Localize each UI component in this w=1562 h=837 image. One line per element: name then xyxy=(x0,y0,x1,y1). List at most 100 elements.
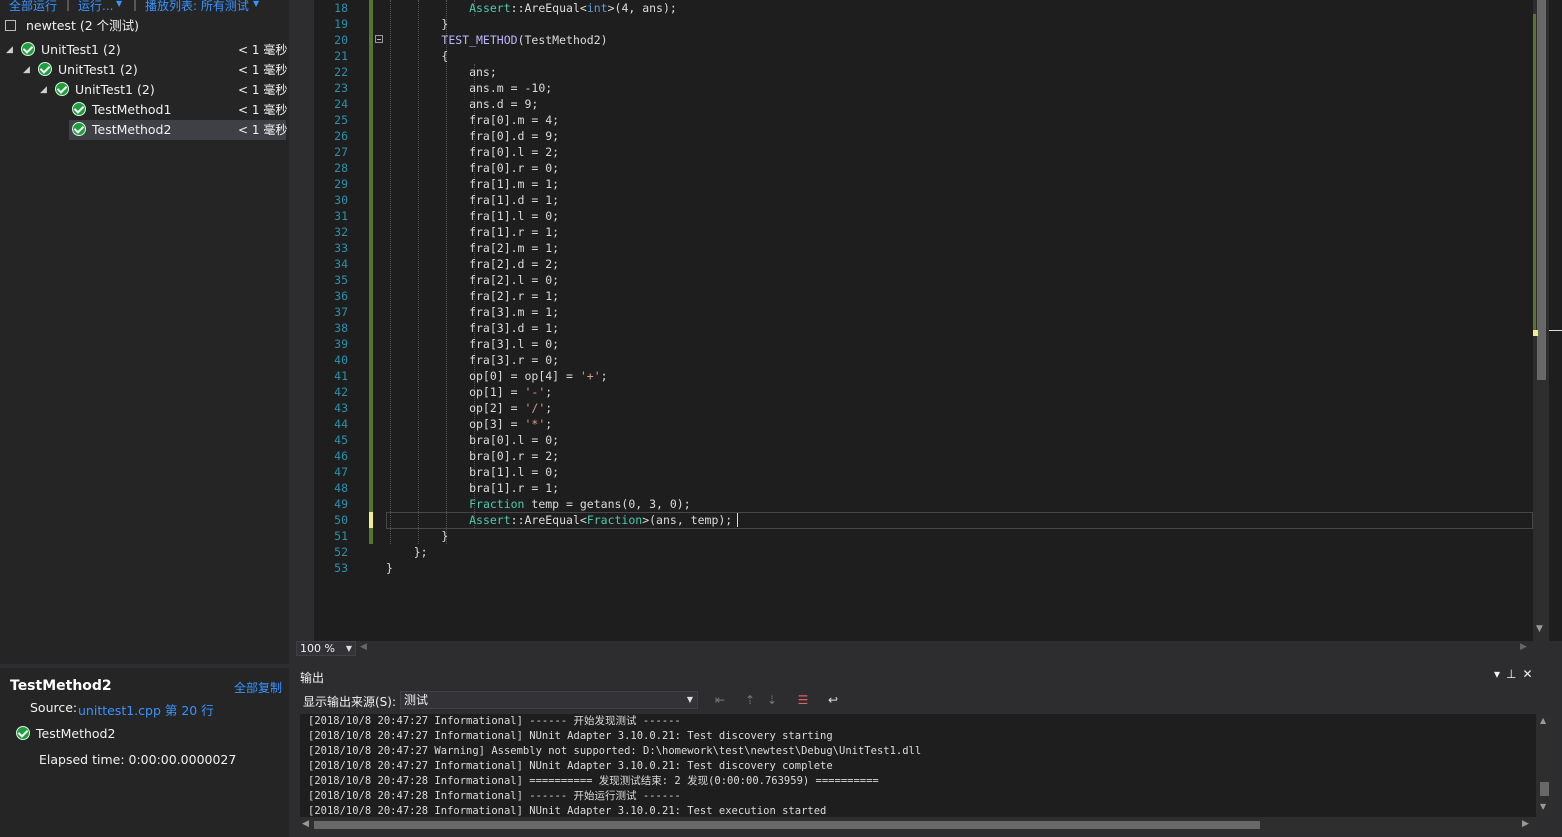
code-line[interactable]: 38 fra[3].d = 1; xyxy=(296,320,1531,336)
code-line[interactable]: 35 fra[2].l = 0; xyxy=(296,272,1531,288)
pin-icon[interactable]: ⊥ xyxy=(1506,667,1522,681)
tree-node-label: UnitTest1 (2) xyxy=(41,42,121,57)
next-message-icon[interactable]: ⇣ xyxy=(764,692,780,708)
tree-node-unittest1-class[interactable]: ◢ UnitTest1 (2) < 1 毫秒 xyxy=(0,80,289,100)
tree-node-testmethod2-selected[interactable]: TestMethod2 < 1 毫秒 xyxy=(69,120,287,140)
line-number: 21 xyxy=(334,49,348,63)
scrollbar-thumb[interactable] xyxy=(314,821,1260,829)
code-line[interactable]: 39 fra[3].l = 0; xyxy=(296,336,1531,352)
chevron-down-icon[interactable]: ▼ xyxy=(687,692,693,708)
test-explorer-toolbar: 全部运行 | 运行... ▼ | 播放列表: 所有测试 ▼ xyxy=(0,0,289,12)
window-menu-icon[interactable]: ▾ xyxy=(1494,667,1506,681)
code-line[interactable]: 31 fra[1].l = 0; xyxy=(296,208,1531,224)
code-line[interactable]: 51 } xyxy=(296,528,1531,544)
expand-arrow-icon[interactable]: ◢ xyxy=(40,80,52,100)
editor-vertical-scrollbar[interactable]: ▼ xyxy=(1533,0,1549,641)
code-text: op[0] = op[4] = '+'; xyxy=(386,369,608,383)
chevron-down-icon[interactable]: ▼ xyxy=(253,0,259,8)
code-line[interactable]: 28 fra[0].r = 0; xyxy=(296,160,1531,176)
code-line[interactable]: 30 fra[1].d = 1; xyxy=(296,192,1531,208)
code-line[interactable]: 25 fra[0].m = 4; xyxy=(296,112,1531,128)
code-editor[interactable]: 18 Assert::AreEqual<int>(4, ans); 19 } 20 … xyxy=(296,0,1562,641)
toolbar-separator: | xyxy=(133,0,138,11)
tree-node-unittest1-namespace[interactable]: ◢ UnitTest1 (2) < 1 毫秒 xyxy=(0,60,289,80)
output-vertical-scrollbar[interactable]: ▲ ▼ xyxy=(1536,714,1552,817)
code-line[interactable]: 47 bra[1].l = 0; xyxy=(296,464,1531,480)
code-line[interactable]: 52 }; xyxy=(296,544,1531,560)
line-number: 33 xyxy=(334,241,348,255)
scroll-left-icon[interactable]: ◀ xyxy=(360,642,367,652)
code-line[interactable]: 22 ans; xyxy=(296,64,1531,80)
code-line[interactable]: 23 ans.m = -10; xyxy=(296,80,1531,96)
code-line[interactable]: 53} xyxy=(296,560,1531,576)
playlist-dropdown[interactable]: 播放列表: 所有测试 xyxy=(145,0,249,12)
scrollbar-thumb[interactable] xyxy=(1540,782,1549,796)
code-text: Assert::AreEqual<Fraction>(ans, temp); xyxy=(469,513,733,527)
code-text: } xyxy=(386,561,393,575)
code-line[interactable]: 20 TEST_METHOD(TestMethod2) xyxy=(296,32,1531,48)
line-number: 40 xyxy=(334,353,348,367)
scroll-down-icon[interactable]: ▼ xyxy=(1540,802,1546,811)
code-line[interactable]: 42 op[1] = '-'; xyxy=(296,384,1531,400)
code-line[interactable]: 18 Assert::AreEqual<int>(4, ans); xyxy=(296,0,1531,16)
code-line[interactable]: 27 fra[0].l = 2; xyxy=(296,144,1531,160)
output-source-select[interactable]: 测试 ▼ xyxy=(400,691,698,709)
pass-icon xyxy=(21,42,35,56)
code-line[interactable]: 45 bra[0].l = 0; xyxy=(296,432,1531,448)
code-line[interactable]: 36 fra[2].r = 1; xyxy=(296,288,1531,304)
code-line[interactable]: 34 fra[2].d = 2; xyxy=(296,256,1531,272)
scroll-up-icon[interactable]: ▲ xyxy=(1540,716,1546,725)
scroll-down-icon[interactable]: ▼ xyxy=(1536,624,1543,634)
previous-message-icon[interactable]: ⇡ xyxy=(742,692,758,708)
code-line[interactable]: 33 fra[2].m = 1; xyxy=(296,240,1531,256)
code-line[interactable]: 41 op[0] = op[4] = '+'; xyxy=(296,368,1531,384)
code-line[interactable]: 43 op[2] = '/'; xyxy=(296,400,1531,416)
chevron-down-icon[interactable]: ▼ xyxy=(346,642,352,655)
scroll-left-icon[interactable]: ◀ xyxy=(302,819,309,829)
zoom-dropdown[interactable]: 100 % ▼ xyxy=(296,641,356,656)
code-line[interactable]: 40 fra[3].r = 0; xyxy=(296,352,1531,368)
line-number: 39 xyxy=(334,337,348,351)
code-text: fra[3].l = 0; xyxy=(386,337,560,351)
code-line[interactable]: 19 } xyxy=(296,16,1531,32)
code-line[interactable]: 50 Assert::AreEqual<Fraction>(ans, temp)… xyxy=(296,512,1531,528)
code-line[interactable]: 21 { xyxy=(296,48,1531,64)
tree-node-testmethod1[interactable]: TestMethod1 < 1 毫秒 xyxy=(0,100,289,120)
chevron-down-icon[interactable]: ▼ xyxy=(116,0,122,8)
run-dropdown-button[interactable]: 运行... xyxy=(78,0,113,12)
scrollbar-thumb[interactable] xyxy=(1537,0,1546,380)
code-line[interactable]: 29 fra[1].m = 1; xyxy=(296,176,1531,192)
output-text-area[interactable]: [2018/10/8 20:47:27 Informational] -----… xyxy=(300,714,1536,817)
code-line[interactable]: 49 Fraction temp = getans(0, 3, 0); xyxy=(296,496,1531,512)
code-line[interactable]: 44 op[3] = '*'; xyxy=(296,416,1531,432)
line-number: 37 xyxy=(334,305,348,319)
code-line[interactable]: 24 ans.d = 9; xyxy=(296,96,1531,112)
panel-splitter[interactable] xyxy=(289,0,296,837)
expand-arrow-icon[interactable]: ◢ xyxy=(6,40,18,60)
scroll-right-icon[interactable]: ▶ xyxy=(1522,819,1529,829)
code-text: fra[3].d = 1; xyxy=(386,321,560,335)
code-line[interactable]: 46 bra[0].r = 2; xyxy=(296,448,1531,464)
tree-node-unittest1[interactable]: ◢ UnitTest1 (2) < 1 毫秒 xyxy=(0,40,289,60)
result-name: TestMethod2 xyxy=(36,726,116,741)
code-line[interactable]: 48 bra[1].r = 1; xyxy=(296,480,1531,496)
line-number: 53 xyxy=(334,561,348,575)
source-link[interactable]: unittest1.cpp 第 20 行 xyxy=(78,700,214,719)
zoom-value: 100 % xyxy=(300,642,335,655)
copy-all-link[interactable]: 全部复制 xyxy=(234,679,282,696)
code-line[interactable]: 26 fra[0].d = 9; xyxy=(296,128,1531,144)
line-number: 49 xyxy=(334,497,348,511)
close-icon[interactable]: ✕ xyxy=(1522,667,1538,681)
run-all-button[interactable]: 全部运行 xyxy=(9,0,57,12)
line-number: 50 xyxy=(334,513,348,527)
word-wrap-icon[interactable]: ↩ xyxy=(825,692,841,708)
test-project-row[interactable]: newtest (2 个测试) xyxy=(0,16,289,36)
expand-arrow-icon[interactable]: ◢ xyxy=(23,60,35,80)
code-line[interactable]: 37 fra[3].m = 1; xyxy=(296,304,1531,320)
scroll-right-icon[interactable]: ▶ xyxy=(1520,642,1527,652)
code-line[interactable]: 32 fra[1].r = 1; xyxy=(296,224,1531,240)
output-horizontal-scrollbar[interactable]: ◀ ▶ xyxy=(300,817,1536,833)
find-message-icon[interactable]: ⇤ xyxy=(712,692,728,708)
clear-all-icon[interactable]: ☰ xyxy=(795,692,811,708)
line-number: 38 xyxy=(334,321,348,335)
